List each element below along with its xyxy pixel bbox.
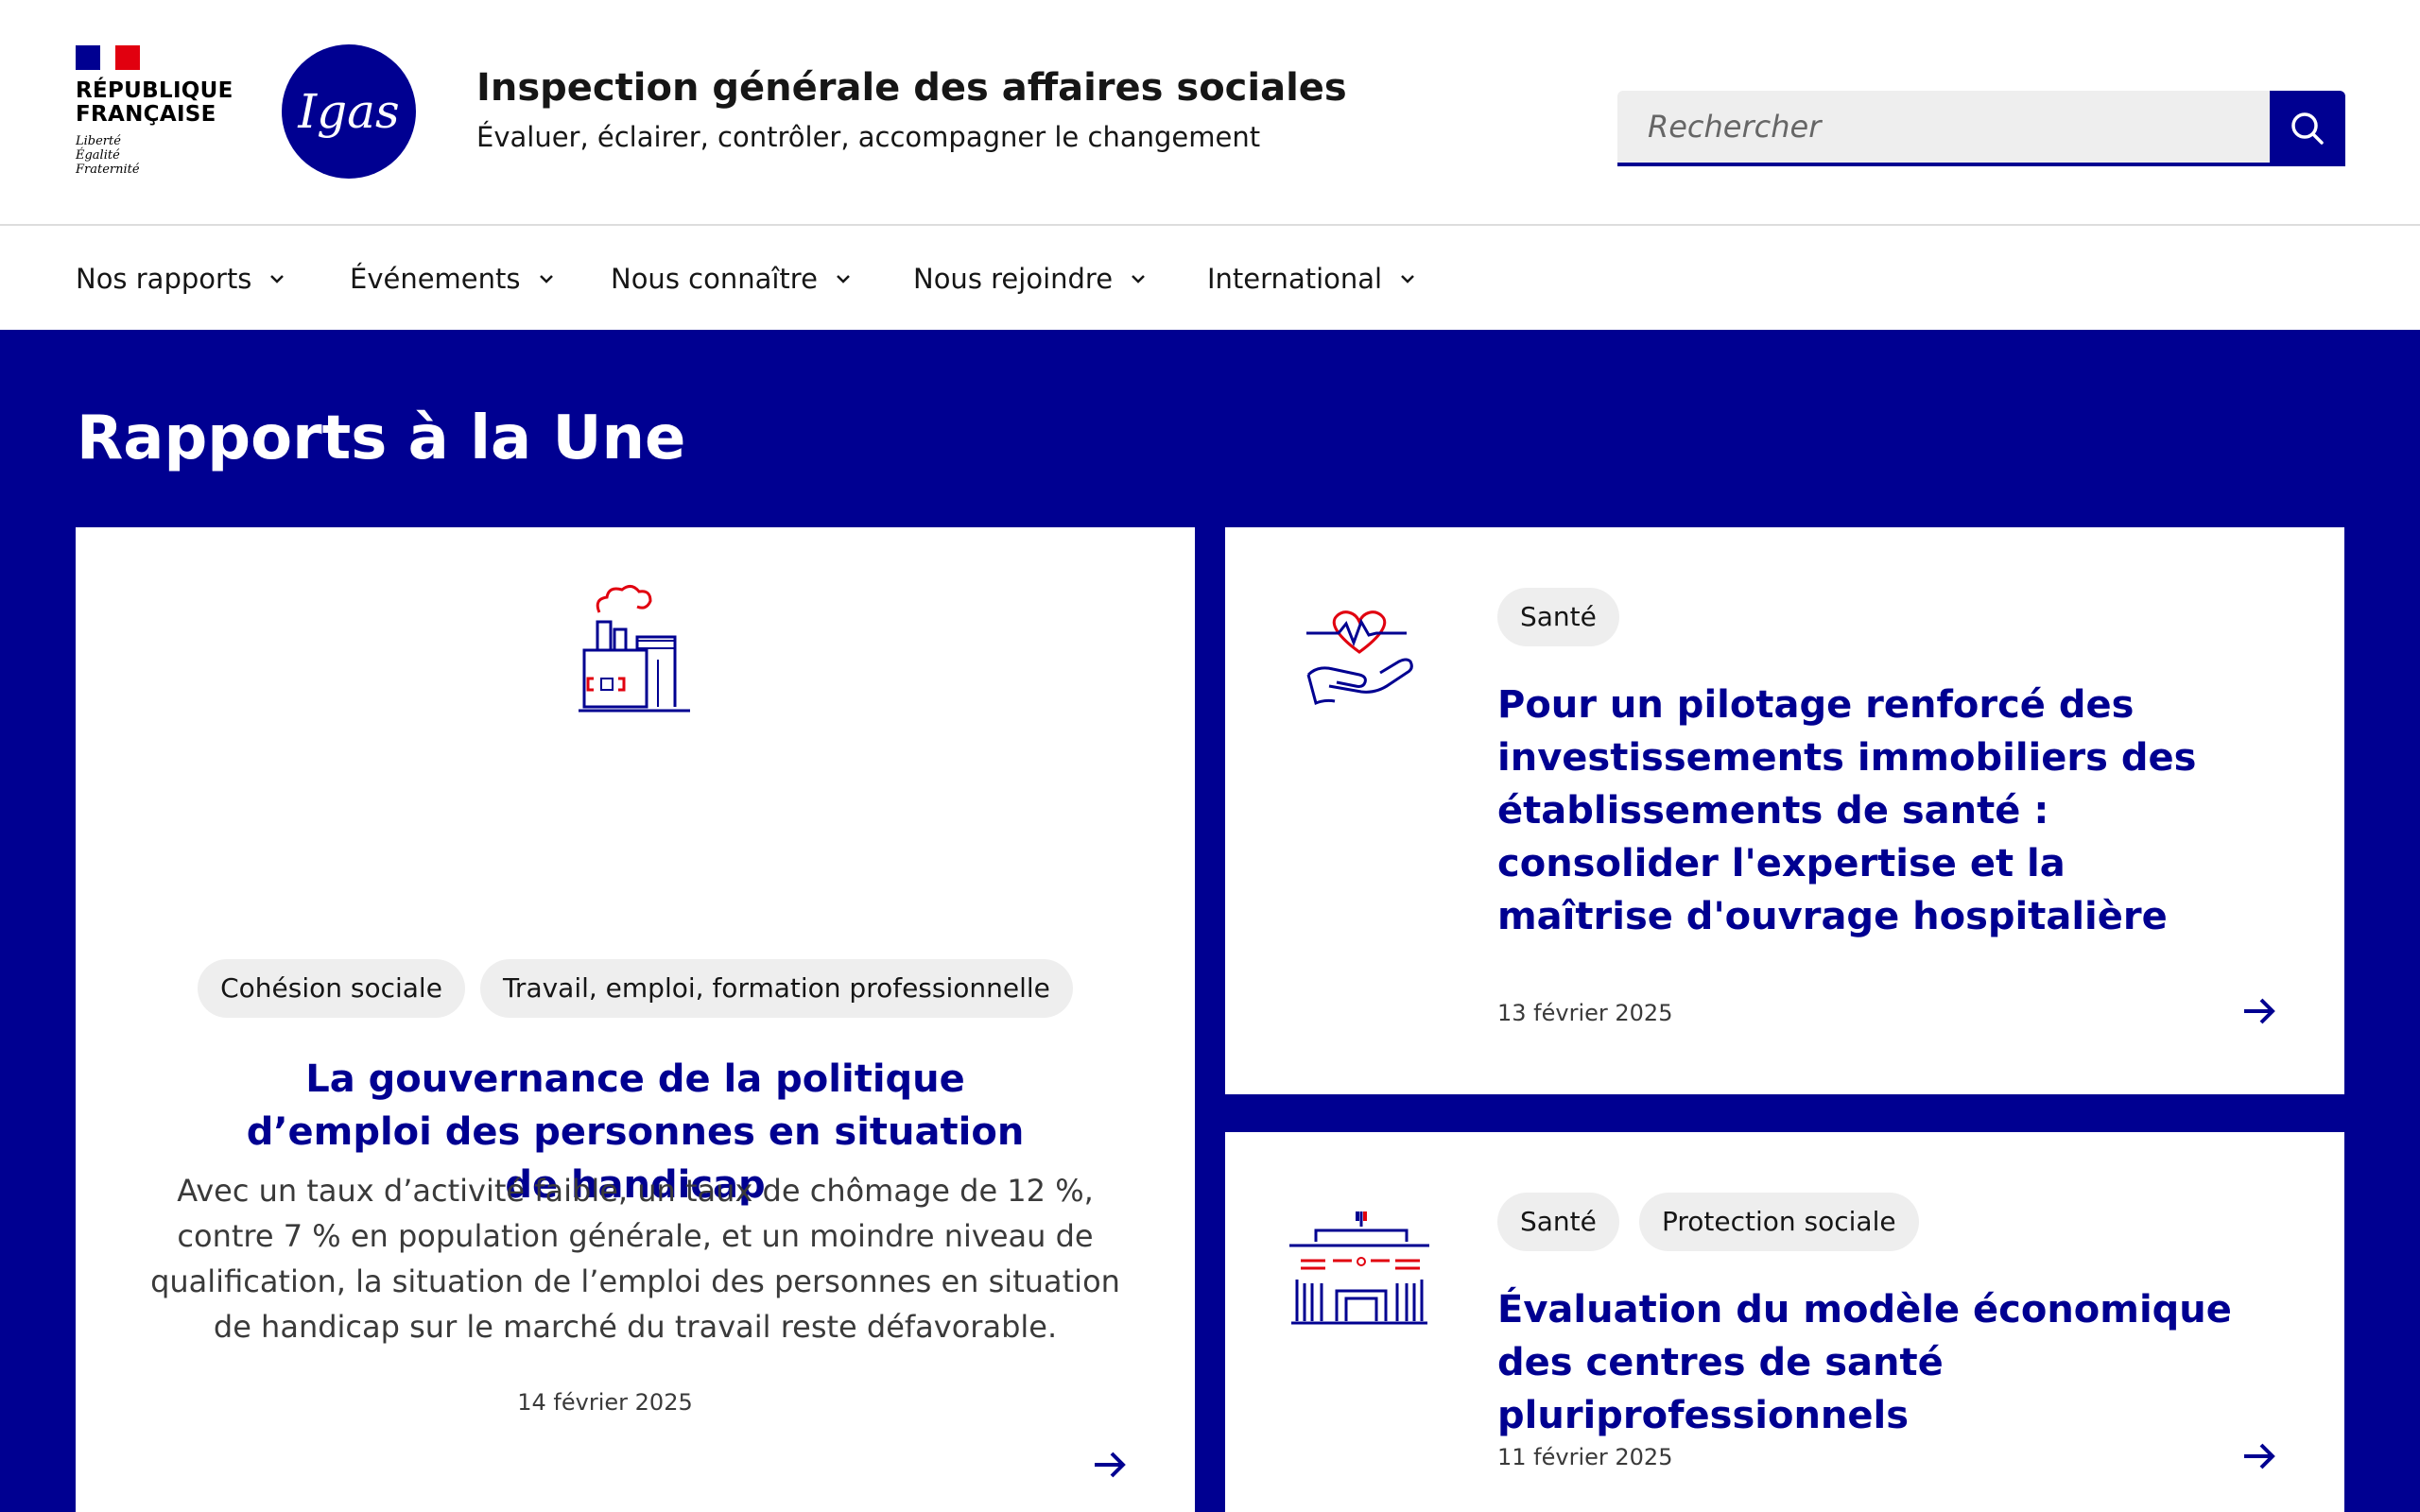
nav-item-label: Nous connaître <box>611 263 818 295</box>
arrow-right-icon[interactable] <box>2240 992 2278 1030</box>
tag-sante[interactable]: Santé <box>1497 1193 1619 1251</box>
nav-item-label: Événements <box>350 263 521 295</box>
republique-francaise-logo[interactable]: RÉPUBLIQUE FRANÇAISE Liberté Égalité Fra… <box>76 45 233 177</box>
search-button[interactable] <box>2270 91 2345 166</box>
featured-reports-section: Rapports à la Une Cohésion sociale Trava… <box>0 330 2420 1512</box>
chevron-down-icon <box>539 275 553 284</box>
igas-logo-text: Igas <box>298 84 400 139</box>
search-bar <box>1617 91 2345 166</box>
republique-francaise-label: RÉPUBLIQUE FRANÇAISE <box>76 78 233 127</box>
nav-item-label: International <box>1207 263 1383 295</box>
tag-list: Santé Protection sociale <box>1497 1193 1934 1251</box>
nav-item-evenements[interactable]: Événements <box>350 228 555 330</box>
section-title: Rapports à la Une <box>77 404 686 473</box>
main-navigation: Nos rapports Événements Nous connaître N… <box>0 228 2420 330</box>
chevron-down-icon <box>837 275 850 284</box>
igas-logo[interactable]: Igas <box>282 44 416 179</box>
tag-travail-emploi[interactable]: Travail, emploi, formation professionnel… <box>479 959 1073 1018</box>
site-title[interactable]: Inspection générale des affaires sociale… <box>476 66 1347 110</box>
search-icon <box>2291 112 2324 145</box>
tag-list: Cohésion sociale Travail, emploi, format… <box>76 959 1195 1018</box>
tag-protection-sociale[interactable]: Protection sociale <box>1638 1193 1919 1251</box>
republic-motto: Liberté Égalité Fraternité <box>76 134 140 177</box>
nav-item-nous-connaitre[interactable]: Nous connaître <box>611 228 852 330</box>
report-title[interactable]: Évaluation du modèle économique des cent… <box>1497 1283 2273 1442</box>
site-tagline: Évaluer, éclairer, contrôler, accompagne… <box>476 121 1261 153</box>
report-date: 14 février 2025 <box>517 1389 693 1416</box>
nav-item-label: Nos rapports <box>76 263 252 295</box>
factory-icon <box>579 585 690 713</box>
site-header: RÉPUBLIQUE FRANÇAISE Liberté Égalité Fra… <box>0 0 2420 226</box>
arrow-right-icon[interactable] <box>1091 1446 1129 1484</box>
chevron-down-icon <box>270 275 285 284</box>
nav-item-nos-rapports[interactable]: Nos rapports <box>76 228 285 330</box>
report-card[interactable]: Cohésion sociale Travail, emploi, format… <box>76 527 1195 1512</box>
tag-sante[interactable]: Santé <box>1497 588 1619 646</box>
tag-list: Santé <box>1497 588 1634 646</box>
public-building-icon <box>1289 1211 1429 1325</box>
arrow-right-icon[interactable] <box>2240 1437 2278 1475</box>
report-date: 11 février 2025 <box>1497 1444 1673 1470</box>
report-date: 13 février 2025 <box>1497 1000 1673 1026</box>
chevron-down-icon <box>1132 275 1145 284</box>
report-card[interactable]: Santé Protection sociale Évaluation du m… <box>1225 1132 2344 1512</box>
report-card[interactable]: Santé Pour un pilotage renforcé des inve… <box>1225 527 2344 1094</box>
nav-item-label: Nous rejoindre <box>913 263 1114 295</box>
nav-item-international[interactable]: International <box>1207 228 1416 330</box>
search-input[interactable] <box>1617 91 2270 166</box>
nav-item-nous-rejoindre[interactable]: Nous rejoindre <box>913 228 1147 330</box>
marianne-flag-icon <box>76 45 140 70</box>
chevron-down-icon <box>1401 275 1414 284</box>
report-description: Avec un taux d’activité faible, un taux … <box>150 1173 1120 1345</box>
report-title[interactable]: Pour un pilotage renforcé des investisse… <box>1497 679 2216 943</box>
heart-hand-icon <box>1306 610 1413 706</box>
tag-cohesion-sociale[interactable]: Cohésion sociale <box>198 959 465 1018</box>
